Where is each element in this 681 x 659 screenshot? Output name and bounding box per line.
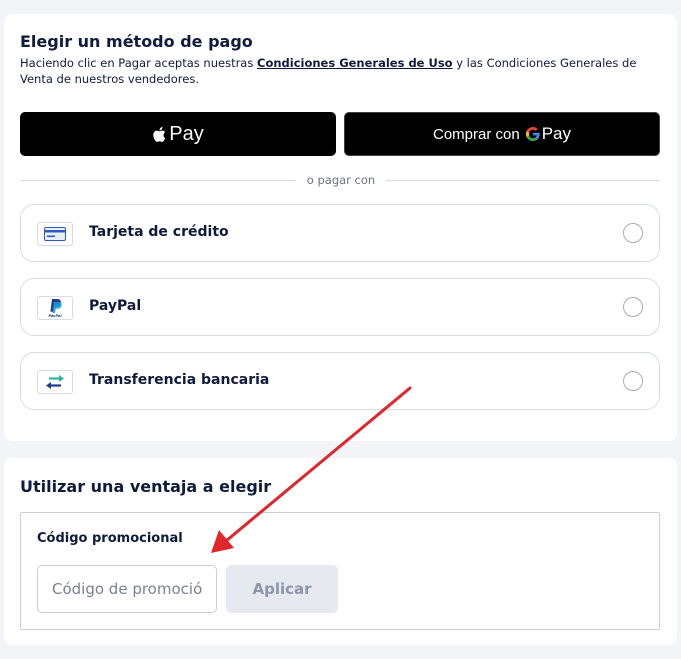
svg-text:PayPal: PayPal [48, 314, 62, 318]
divider-right [386, 180, 660, 181]
bank-transfer-icon [37, 370, 73, 394]
promo-code-box: Código promocional Aplicar [20, 512, 660, 630]
paypal-label: PayPal [89, 298, 142, 314]
promo-code-input[interactable] [37, 565, 217, 613]
terms-link[interactable]: Condiciones Generales de Uso [257, 56, 453, 70]
google-pay-label: Pay [541, 124, 571, 143]
credit-card-icon [37, 222, 73, 246]
terms-text-before: Haciendo clic en Pagar aceptas nuestras [20, 56, 257, 70]
apply-promo-button[interactable]: Aplicar [226, 565, 338, 613]
promo-title: Utilizar una ventaja a elegir [20, 477, 272, 496]
credit-card-radio[interactable] [623, 223, 643, 243]
payment-option-credit-card[interactable]: Tarjeta de crédito [20, 204, 660, 262]
terms-notice: Haciendo clic en Pagar aceptas nuestras … [20, 55, 660, 87]
credit-card-label: Tarjeta de crédito [89, 224, 229, 240]
google-pay-button[interactable]: Comprar con Pay [344, 112, 660, 156]
bank-transfer-radio[interactable] [623, 371, 643, 391]
apple-logo-icon [153, 126, 166, 142]
promo-card: Utilizar una ventaja a elegir Código pro… [4, 458, 677, 645]
payment-option-bank-transfer[interactable]: Transferencia bancaria [20, 352, 660, 410]
payment-title: Elegir un método de pago [20, 32, 253, 51]
google-pay-prefix: Comprar con [433, 125, 520, 143]
divider-text: o pagar con [306, 173, 376, 187]
paypal-radio[interactable] [623, 297, 643, 317]
divider-left [20, 180, 296, 181]
payment-option-paypal[interactable]: PayPal PayPal [20, 278, 660, 336]
google-g-icon [525, 127, 540, 141]
apple-pay-label: Pay [169, 122, 204, 145]
bank-transfer-label: Transferencia bancaria [89, 372, 270, 388]
promo-code-label: Código promocional [37, 531, 183, 546]
payment-method-card: Elegir un método de pago Haciendo clic e… [4, 14, 677, 441]
apple-pay-button[interactable]: Pay [20, 112, 336, 156]
paypal-icon: PayPal [37, 296, 73, 320]
